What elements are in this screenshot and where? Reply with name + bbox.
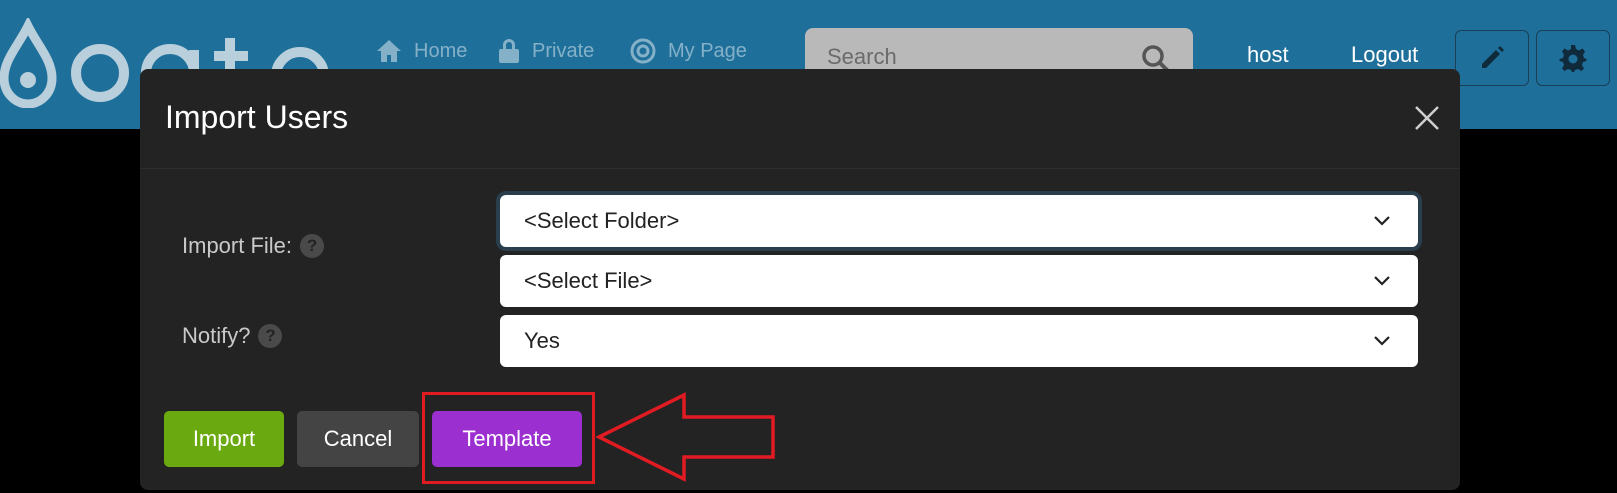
folder-select-value: <Select Folder> (524, 208, 680, 233)
chevron-down-icon (1374, 216, 1390, 226)
close-icon (1415, 106, 1439, 130)
nav-link-private[interactable]: Private (498, 36, 594, 66)
target-icon (630, 38, 656, 64)
notify-label: Notify? ? (182, 323, 283, 349)
cancel-button[interactable]: Cancel (297, 411, 419, 467)
home-icon (377, 40, 401, 62)
import-button[interactable]: Import (164, 411, 284, 467)
nav-link-my-page[interactable]: My Page (630, 36, 747, 66)
help-icon[interactable]: ? (300, 234, 325, 258)
notify-label-text: Notify? (182, 323, 251, 348)
folder-select[interactable]: <Select Folder> (500, 195, 1418, 247)
search-input[interactable] (827, 42, 1127, 72)
user-link[interactable]: host (1247, 42, 1289, 68)
file-select[interactable]: <Select File> (500, 255, 1418, 307)
file-select-value: <Select File> (524, 268, 653, 293)
nav-link-my-page-label: My Page (668, 39, 747, 62)
notify-select-value: Yes (524, 328, 560, 353)
annotation-arrow-icon (596, 392, 775, 482)
import-file-label: Import File: ? (182, 233, 325, 259)
close-button[interactable] (1410, 101, 1444, 135)
gear-icon (1559, 45, 1587, 72)
search-icon[interactable] (1140, 44, 1172, 72)
modal-title: Import Users (165, 99, 349, 135)
chevron-down-icon (1374, 336, 1390, 346)
annotation-highlight-box (422, 392, 595, 484)
nav-link-home[interactable]: Home (376, 36, 467, 66)
logout-link[interactable]: Logout (1351, 42, 1418, 68)
chevron-down-icon (1374, 276, 1390, 286)
help-icon[interactable]: ? (258, 324, 283, 348)
modal-header: Import Users (140, 69, 1460, 169)
edit-button[interactable] (1455, 30, 1529, 86)
lock-icon (499, 39, 519, 63)
nav-link-home-label: Home (414, 39, 468, 62)
nav-link-private-label: Private (532, 39, 595, 62)
settings-button[interactable] (1536, 30, 1610, 86)
notify-select[interactable]: Yes (500, 315, 1418, 367)
import-users-modal: Import Users Import File: ? Notify? ? <S… (140, 69, 1460, 490)
import-file-label-text: Import File: (182, 233, 293, 258)
pencil-icon (1482, 46, 1504, 68)
